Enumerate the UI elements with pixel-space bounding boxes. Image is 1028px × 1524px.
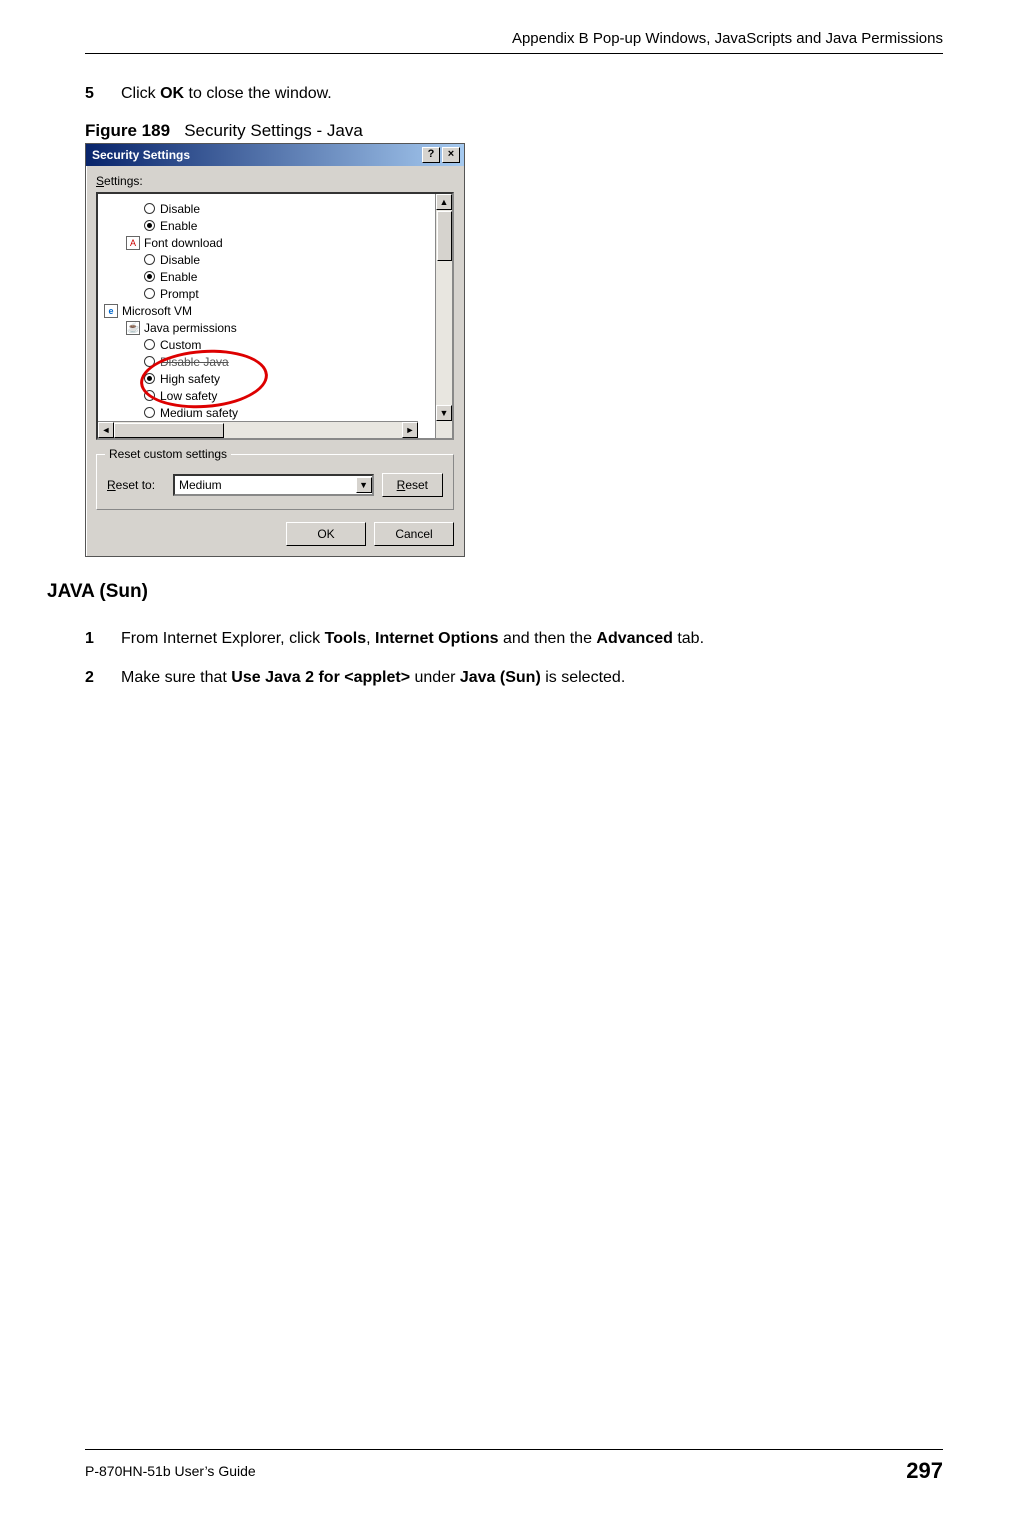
- figure-label: Figure 189: [85, 121, 170, 140]
- radio-disable[interactable]: Disable: [104, 251, 431, 268]
- t-bold: Tools: [325, 630, 366, 647]
- radio-custom[interactable]: Custom: [104, 336, 431, 353]
- t: tab.: [673, 630, 704, 647]
- radio-high-safety[interactable]: High safety: [104, 370, 431, 387]
- page-footer: P-870HN-51b User’s Guide 297: [0, 1449, 1028, 1484]
- footer-guide-name: P-870HN-51b User’s Guide: [85, 1463, 256, 1479]
- reset-to-combo[interactable]: Medium ▼: [173, 474, 374, 496]
- t-bold: Java (Sun): [460, 669, 541, 686]
- group-microsoft-vm: Microsoft VM: [104, 302, 431, 319]
- step-5: 5 Click OK to close the window.: [85, 82, 943, 105]
- t: is selected.: [541, 669, 625, 686]
- t-bold: Internet Options: [375, 630, 499, 647]
- radio-medium-safety[interactable]: Medium safety: [104, 404, 431, 421]
- footer-page-number: 297: [906, 1458, 943, 1484]
- opt-label: Enable: [160, 270, 197, 284]
- step-2: 2 Make sure that Use Java 2 for <applet>…: [85, 666, 943, 689]
- reset-custom-settings-group: Reset to: Medium ▼ Reset: [96, 454, 454, 510]
- help-button[interactable]: ?: [422, 147, 440, 163]
- radio-prompt[interactable]: Prompt: [104, 285, 431, 302]
- close-button[interactable]: ×: [442, 147, 460, 163]
- opt-label: Custom: [160, 338, 201, 352]
- t: Click: [121, 85, 160, 102]
- font-download-icon: [126, 236, 140, 250]
- footer-rule: [85, 1449, 943, 1450]
- scrollbar-horizontal[interactable]: ◄ ►: [98, 421, 418, 438]
- scroll-thumb-h[interactable]: [114, 423, 224, 438]
- dialog-title: Security Settings: [90, 148, 190, 162]
- figure-title: Security Settings - Java: [184, 121, 363, 140]
- radio-disable[interactable]: Disable: [104, 200, 431, 217]
- combo-value: Medium: [179, 478, 222, 492]
- t-bold: Use Java 2 for <applet>: [231, 669, 410, 686]
- opt-label: Prompt: [160, 287, 199, 301]
- microsoft-vm-icon: [104, 304, 118, 318]
- opt-label: Disable: [160, 253, 200, 267]
- opt-label: Disable Java: [160, 355, 229, 369]
- step-number: 1: [85, 627, 121, 650]
- step-1: 1 From Internet Explorer, click Tools, I…: [85, 627, 943, 650]
- chevron-down-icon[interactable]: ▼: [356, 477, 372, 493]
- radio-enable[interactable]: Enable: [104, 217, 431, 234]
- opt-label: Disable: [160, 202, 200, 216]
- header-rule: [85, 53, 943, 54]
- t-bold: OK: [160, 85, 184, 102]
- dialog-titlebar[interactable]: Security Settings ? ×: [86, 144, 464, 166]
- scrollbar-vertical[interactable]: ▲ ▼: [435, 194, 452, 438]
- step-text: Make sure that Use Java 2 for <applet> u…: [121, 666, 943, 689]
- reset-to-label: Reset to:: [107, 478, 165, 492]
- t: to close the window.: [184, 85, 332, 102]
- group-label: Font download: [144, 236, 223, 250]
- settings-listbox[interactable]: Disable Enable Font download Disable Ena…: [96, 192, 454, 440]
- t: ,: [366, 630, 375, 647]
- scroll-up-icon[interactable]: ▲: [436, 194, 452, 210]
- group-font-download: Font download: [104, 234, 431, 251]
- group-java-permissions: Java permissions: [104, 319, 431, 336]
- cancel-button[interactable]: Cancel: [374, 522, 454, 546]
- ok-button[interactable]: OK: [286, 522, 366, 546]
- t: and then the: [499, 630, 597, 647]
- step-number: 2: [85, 666, 121, 689]
- t: From Internet Explorer, click: [121, 630, 325, 647]
- t: Make sure that: [121, 669, 231, 686]
- scroll-thumb-v[interactable]: [437, 211, 452, 261]
- scroll-left-icon[interactable]: ◄: [98, 422, 114, 438]
- group-label: Java permissions: [144, 321, 237, 335]
- step-number: 5: [85, 82, 121, 105]
- radio-disable-java[interactable]: Disable Java: [104, 353, 431, 370]
- scroll-right-icon[interactable]: ►: [402, 422, 418, 438]
- opt-label: Enable: [160, 219, 197, 233]
- group-label: Microsoft VM: [122, 304, 192, 318]
- step-text: Click OK to close the window.: [121, 82, 943, 105]
- settings-label: SSettings:ettings:: [96, 174, 454, 188]
- scroll-down-icon[interactable]: ▼: [436, 405, 452, 421]
- opt-label: Low safety: [160, 389, 217, 403]
- section-java-sun: JAVA (Sun): [47, 581, 943, 603]
- t-bold: Advanced: [596, 630, 672, 647]
- radio-low-safety[interactable]: Low safety: [104, 387, 431, 404]
- step-text: From Internet Explorer, click Tools, Int…: [121, 627, 943, 650]
- running-header: Appendix B Pop-up Windows, JavaScripts a…: [85, 30, 943, 53]
- security-settings-dialog: Security Settings ? × SSettings:ettings:…: [85, 143, 465, 557]
- reset-button[interactable]: Reset: [382, 473, 443, 497]
- radio-enable[interactable]: Enable: [104, 268, 431, 285]
- opt-label: Medium safety: [160, 406, 238, 420]
- t: under: [410, 669, 460, 686]
- opt-label: High safety: [160, 372, 220, 386]
- figure-caption: Figure 189 Security Settings - Java: [85, 121, 943, 141]
- java-icon: [126, 321, 140, 335]
